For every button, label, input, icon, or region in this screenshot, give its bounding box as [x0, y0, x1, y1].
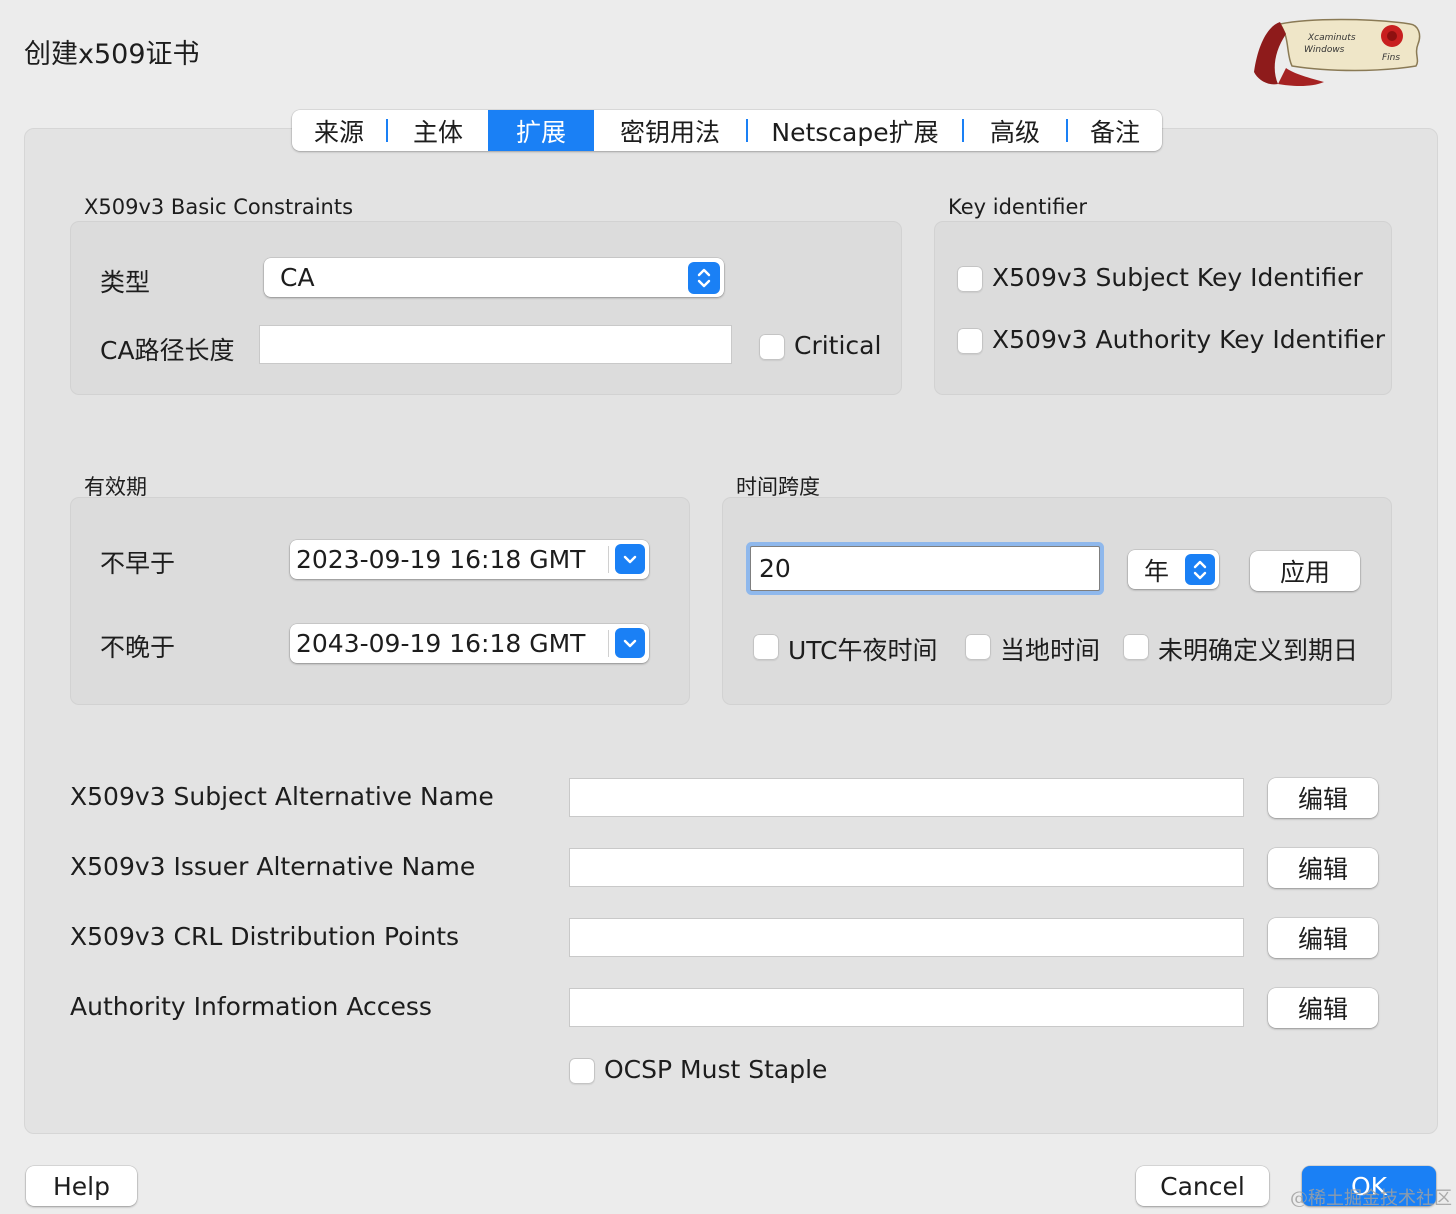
- key-identifier-title: Key identifier: [948, 195, 1087, 219]
- path-length-label: CA路径长度: [100, 336, 235, 365]
- not-after-date-picker[interactable]: 2043-09-19 16:18 GMT: [290, 624, 649, 663]
- cancel-button[interactable]: Cancel: [1136, 1166, 1269, 1206]
- utc-midnight-label: UTC午夜时间: [788, 636, 938, 665]
- type-select-value: CA: [280, 263, 315, 292]
- tab-extensions[interactable]: 扩展: [488, 110, 594, 151]
- updown-chevron-icon: [688, 262, 720, 294]
- updown-chevron-icon: [1185, 554, 1215, 585]
- aia-input[interactable]: [569, 988, 1244, 1027]
- authority-key-id-checkbox[interactable]: [957, 328, 983, 354]
- basic-constraints-title: X509v3 Basic Constraints: [84, 195, 354, 219]
- critical-label: Critical: [794, 331, 882, 360]
- time-range-input[interactable]: 20: [750, 546, 1100, 591]
- type-select[interactable]: CA: [264, 258, 724, 297]
- tab-advanced[interactable]: 高级: [964, 110, 1066, 151]
- crl-label: X509v3 CRL Distribution Points: [70, 922, 460, 951]
- ian-edit-button[interactable]: 编辑: [1268, 848, 1378, 888]
- tab-netscape[interactable]: Netscape扩展: [748, 110, 962, 151]
- chevron-down-icon[interactable]: [615, 628, 645, 658]
- aia-edit-button[interactable]: 编辑: [1268, 988, 1378, 1028]
- critical-checkbox[interactable]: [759, 334, 785, 360]
- authority-key-id-label: X509v3 Authority Key Identifier: [992, 325, 1386, 354]
- aia-label: Authority Information Access: [70, 992, 432, 1021]
- san-input[interactable]: [569, 778, 1244, 817]
- local-time-checkbox[interactable]: [965, 634, 991, 660]
- tab-comment[interactable]: 备注: [1068, 110, 1162, 151]
- key-identifier-box: [934, 221, 1392, 395]
- not-before-value: 2023-09-19 16:18 GMT: [296, 545, 586, 574]
- validity-box: [70, 497, 690, 705]
- undefined-expiry-checkbox[interactable]: [1123, 634, 1149, 660]
- apply-button[interactable]: 应用: [1250, 551, 1360, 591]
- tab-bar: 来源 主体 扩展 密钥用法 Netscape扩展 高级 备注: [292, 110, 1162, 151]
- tab-key-usage[interactable]: 密钥用法: [594, 110, 746, 151]
- crl-input[interactable]: [569, 918, 1244, 957]
- not-after-label: 不晚于: [100, 633, 176, 662]
- time-unit-select[interactable]: 年: [1128, 550, 1219, 589]
- ian-label: X509v3 Issuer Alternative Name: [70, 852, 476, 881]
- local-time-label: 当地时间: [1000, 636, 1101, 665]
- watermark: @稀土掘金技术社区: [1290, 1188, 1452, 1209]
- crl-edit-button[interactable]: 编辑: [1268, 918, 1378, 958]
- subject-key-id-checkbox[interactable]: [957, 266, 983, 292]
- svg-text:Windows: Windows: [1304, 45, 1345, 55]
- ocsp-must-staple-checkbox[interactable]: [569, 1058, 595, 1084]
- san-label: X509v3 Subject Alternative Name: [70, 782, 494, 811]
- not-after-value: 2043-09-19 16:18 GMT: [296, 629, 586, 658]
- svg-text:Xcaminuts: Xcaminuts: [1307, 33, 1356, 43]
- type-label: 类型: [100, 268, 151, 297]
- chevron-down-icon[interactable]: [615, 544, 645, 574]
- time-unit-value: 年: [1144, 556, 1170, 586]
- scroll-logo-icon: Xcaminuts Windows Fins: [1254, 18, 1421, 86]
- time-range-box: [722, 497, 1392, 705]
- basic-constraints-box: [70, 221, 902, 395]
- svg-text:Fins: Fins: [1382, 53, 1400, 63]
- window-title: 创建x509证书: [24, 39, 200, 70]
- not-before-label: 不早于: [100, 549, 176, 578]
- tab-source[interactable]: 来源: [292, 110, 386, 151]
- app-logo: Xcaminuts Windows Fins: [1250, 14, 1430, 92]
- picker-divider: [608, 546, 609, 573]
- path-length-input[interactable]: [259, 325, 732, 364]
- ocsp-must-staple-label: OCSP Must Staple: [604, 1055, 828, 1084]
- subject-key-id-label: X509v3 Subject Key Identifier: [992, 263, 1363, 292]
- utc-midnight-checkbox[interactable]: [753, 634, 779, 660]
- undefined-expiry-label: 未明确定义到期日: [1158, 636, 1359, 665]
- ian-input[interactable]: [569, 848, 1244, 887]
- help-button[interactable]: Help: [26, 1166, 137, 1206]
- picker-divider: [608, 630, 609, 657]
- san-edit-button[interactable]: 编辑: [1268, 778, 1378, 818]
- not-before-date-picker[interactable]: 2023-09-19 16:18 GMT: [290, 540, 649, 579]
- tab-subject[interactable]: 主体: [388, 110, 488, 151]
